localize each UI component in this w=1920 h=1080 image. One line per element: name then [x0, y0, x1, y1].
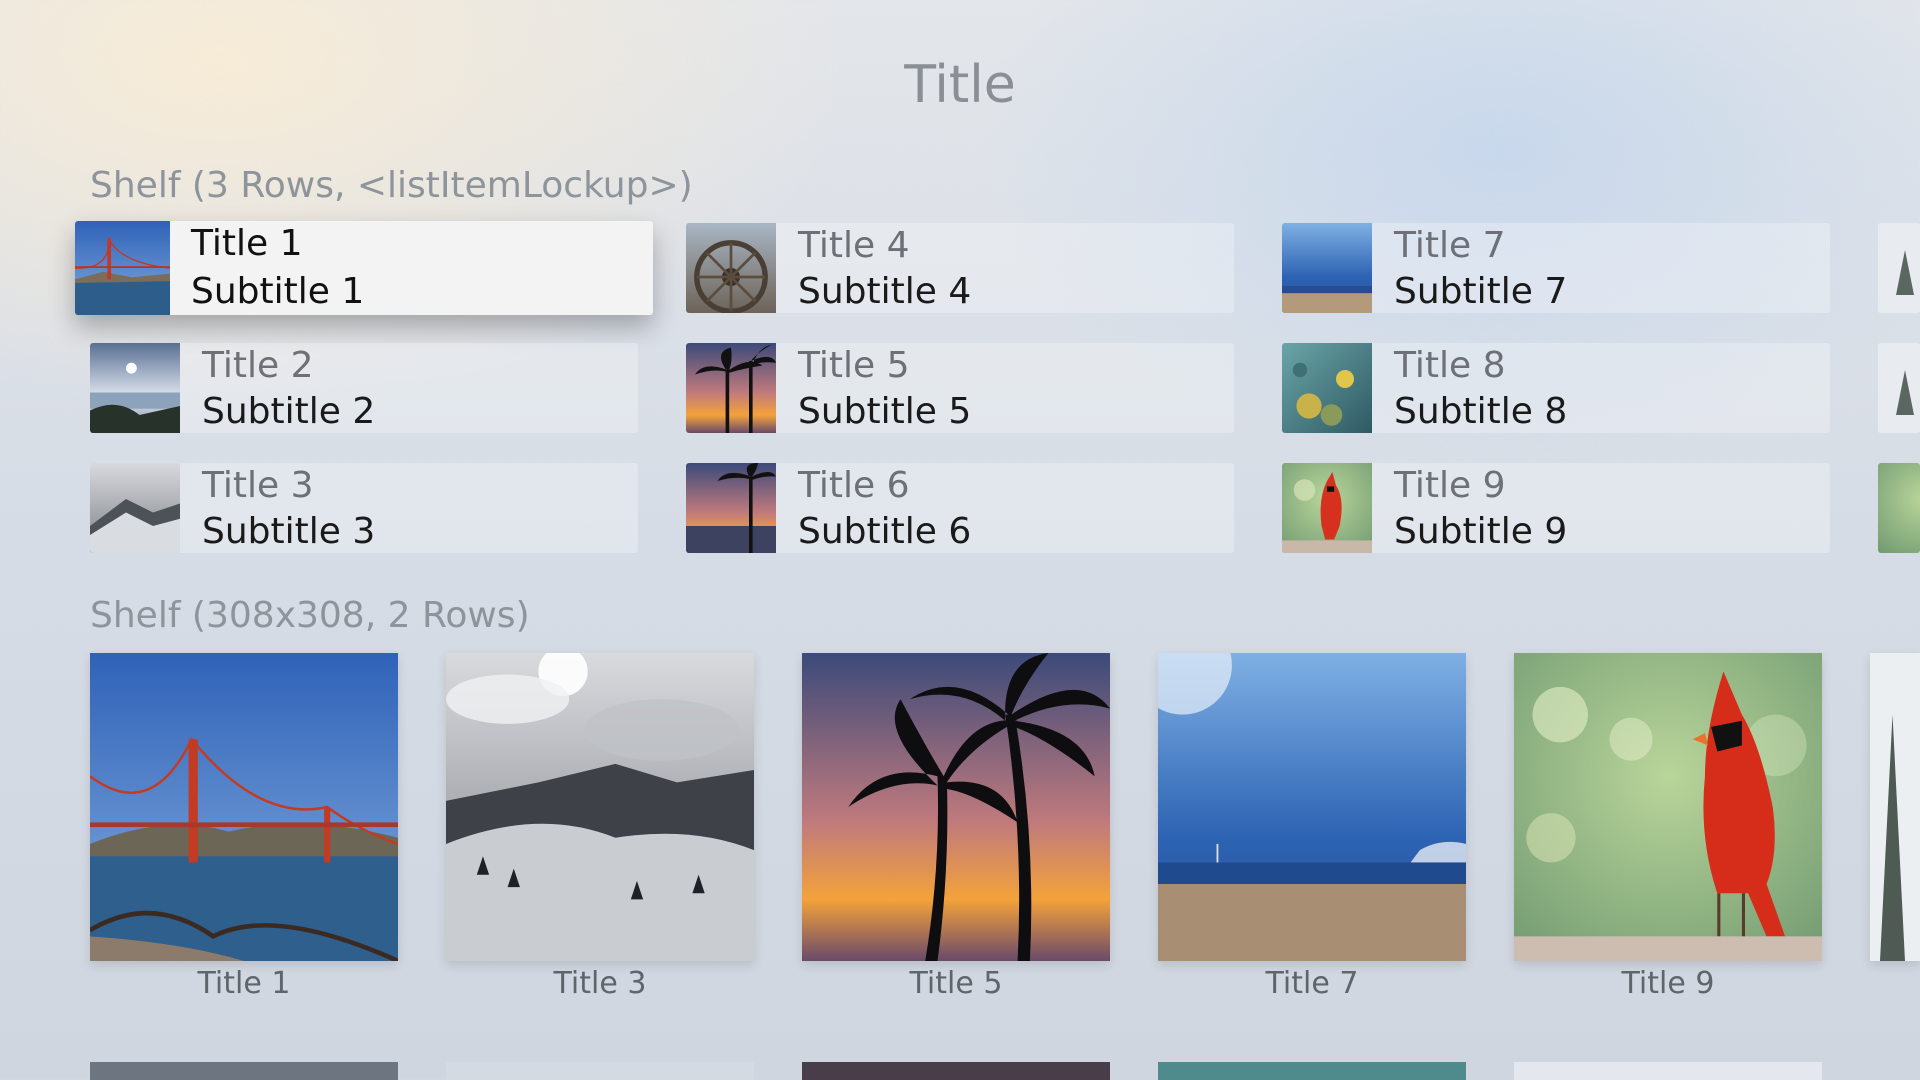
- list-lockup-5[interactable]: Title 5 Subtitle 5: [686, 343, 1234, 433]
- shelf-header-list: Shelf (3 Rows, <listItemLockup>): [90, 165, 693, 206]
- palm-sunset-thumbnail: [686, 343, 776, 433]
- bokeh-thumbnail: [1878, 463, 1920, 553]
- grid-tile-4[interactable]: [1158, 653, 1466, 961]
- snowy-trees-thumbnail: [1878, 343, 1920, 433]
- list-lockup-peek-2[interactable]: [1878, 343, 1920, 433]
- reef-fish-thumbnail: [1282, 343, 1372, 433]
- list-lockup-6[interactable]: Title 6 Subtitle 6: [686, 463, 1234, 553]
- page-title: Title: [904, 55, 1016, 115]
- grid-tile-row2-3[interactable]: [802, 1062, 1110, 1080]
- lockup-title: Title 1: [191, 223, 303, 264]
- grid-tile-label: Title 3: [553, 966, 647, 1001]
- grid-tile-label: Title 1: [197, 966, 291, 1001]
- snowy-mountain-thumbnail: [90, 463, 180, 553]
- lockup-title: Title 8: [1394, 345, 1506, 386]
- cardinal-image: [1514, 653, 1822, 961]
- list-lockup-4[interactable]: Title 4 Subtitle 4: [686, 223, 1234, 313]
- beach-sky-thumbnail: [1282, 223, 1372, 313]
- grid-tile-2[interactable]: [446, 653, 754, 961]
- grid-tile-5[interactable]: [1514, 653, 1822, 961]
- lockup-subtitle: Subtitle 7: [1394, 271, 1568, 312]
- list-lockup-9[interactable]: Title 9 Subtitle 9: [1282, 463, 1830, 553]
- grid-tile-row2-5[interactable]: [1514, 1062, 1822, 1080]
- golden-gate-thumbnail: [75, 221, 170, 315]
- grid-tile-label: Title 7: [1265, 966, 1359, 1001]
- list-lockup-3[interactable]: Title 3 Subtitle 3: [90, 463, 638, 553]
- lockup-subtitle: Subtitle 2: [202, 391, 376, 432]
- lockup-subtitle: Subtitle 4: [798, 271, 972, 312]
- lockup-subtitle: Subtitle 6: [798, 511, 972, 552]
- list-lockup-7[interactable]: Title 7 Subtitle 7: [1282, 223, 1830, 313]
- grid-tile-row2-4[interactable]: [1158, 1062, 1466, 1080]
- list-lockup-peek-1[interactable]: [1878, 223, 1920, 313]
- snowy-mountain-image: [446, 653, 754, 961]
- list-lockup-1[interactable]: Title 1 Subtitle 1: [75, 221, 653, 315]
- lockup-subtitle: Subtitle 3: [202, 511, 376, 552]
- list-lockup-8[interactable]: Title 8 Subtitle 8: [1282, 343, 1830, 433]
- list-lockup-peek-3[interactable]: [1878, 463, 1920, 553]
- grid-tile-row2-2[interactable]: [446, 1062, 754, 1080]
- golden-gate-image: [90, 653, 398, 961]
- lockup-subtitle: Subtitle 5: [798, 391, 972, 432]
- grid-tile-row2-1[interactable]: [90, 1062, 398, 1080]
- lockup-title: Title 7: [1394, 225, 1506, 266]
- lockup-title: Title 5: [798, 345, 910, 386]
- grid-tile-3[interactable]: [802, 653, 1110, 961]
- shelf-header-grid: Shelf (308x308, 2 Rows): [90, 595, 530, 636]
- lockup-title: Title 2: [202, 345, 314, 386]
- lockup-title: Title 9: [1394, 465, 1506, 506]
- lockup-subtitle: Subtitle 9: [1394, 511, 1568, 552]
- palm-beach-thumbnail: [686, 463, 776, 553]
- grid-tile-label: Title 5: [909, 966, 1003, 1001]
- snowy-trees-thumbnail: [1878, 223, 1920, 313]
- lockup-title: Title 6: [798, 465, 910, 506]
- lockup-subtitle: Subtitle 1: [191, 271, 365, 312]
- beach-sky-image: [1158, 653, 1466, 961]
- snowy-trees-image: [1870, 653, 1920, 961]
- palm-sunset-image: [802, 653, 1110, 961]
- grid-tile-label: Title 9: [1621, 966, 1715, 1001]
- grid-tile-peek[interactable]: [1870, 653, 1920, 961]
- sunset-coast-thumbnail: [90, 343, 180, 433]
- water-wheel-thumbnail: [686, 223, 776, 313]
- lockup-title: Title 4: [798, 225, 910, 266]
- list-lockup-2[interactable]: Title 2 Subtitle 2: [90, 343, 638, 433]
- lockup-subtitle: Subtitle 8: [1394, 391, 1568, 432]
- lockup-title: Title 3: [202, 465, 314, 506]
- cardinal-thumbnail: [1282, 463, 1372, 553]
- grid-tile-1[interactable]: [90, 653, 398, 961]
